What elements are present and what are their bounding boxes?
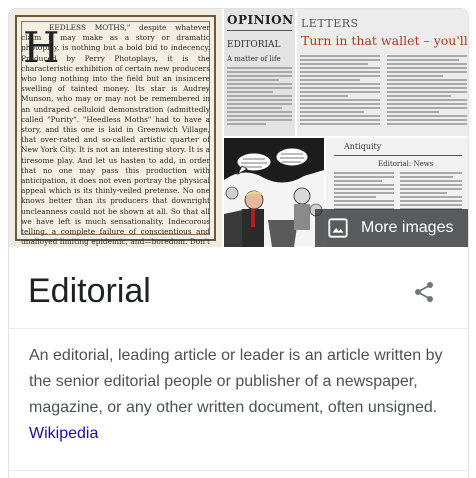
- letters-col-right: [387, 55, 467, 127]
- wikipedia-link[interactable]: Wikipedia: [29, 425, 98, 442]
- entity-description: An editorial, leading article or leader …: [29, 343, 457, 447]
- letters-col-left: [300, 55, 380, 127]
- antiquity-masthead: Antiquity: [344, 142, 382, 151]
- antiquity-headline: Editorial: News: [378, 160, 434, 168]
- opinion-masthead: OPINION: [227, 13, 294, 27]
- image-tile-opinion[interactable]: OPINION EDITORIAL A matter of life: [224, 9, 295, 136]
- image-icon: [328, 218, 348, 238]
- opinion-headline: A matter of life: [227, 55, 281, 63]
- image-tile-letters[interactable]: LETTERS Turn in that wallet – you'll fee…: [297, 9, 468, 136]
- entity-title: Editorial: [28, 272, 151, 310]
- title-row: Editorial: [9, 247, 468, 329]
- antiquity-col-right: [400, 172, 462, 212]
- antiquity-col-left: [334, 172, 394, 212]
- share-button[interactable]: [405, 273, 443, 311]
- image-gallery: H EEDLESS MOTHS," despite whatever claim…: [9, 9, 468, 247]
- description-text: An editorial, leading article or leader …: [29, 347, 443, 416]
- more-images-label: More images: [361, 219, 454, 236]
- image-tile-cartoon[interactable]: [224, 138, 324, 247]
- opinion-rule: [227, 30, 292, 31]
- opinion-section: EDITORIAL: [227, 40, 281, 50]
- more-images-button[interactable]: More images: [315, 209, 468, 247]
- letters-masthead: LETTERS: [301, 17, 359, 30]
- image-tile-main[interactable]: H EEDLESS MOTHS," despite whatever claim…: [9, 9, 222, 247]
- opinion-text-lines: [227, 67, 292, 127]
- share-icon: [415, 282, 433, 302]
- letters-headline: Turn in that wallet – you'll feel better: [301, 33, 468, 48]
- bottom-divider: [9, 470, 468, 471]
- main-image-text: EEDLESS MOTHS," despite whatever claim i…: [21, 23, 210, 247]
- knowledge-panel-card: H EEDLESS MOTHS," despite whatever claim…: [8, 8, 469, 478]
- cartoon-illustration: [224, 138, 324, 247]
- antiquity-rule: [334, 155, 462, 156]
